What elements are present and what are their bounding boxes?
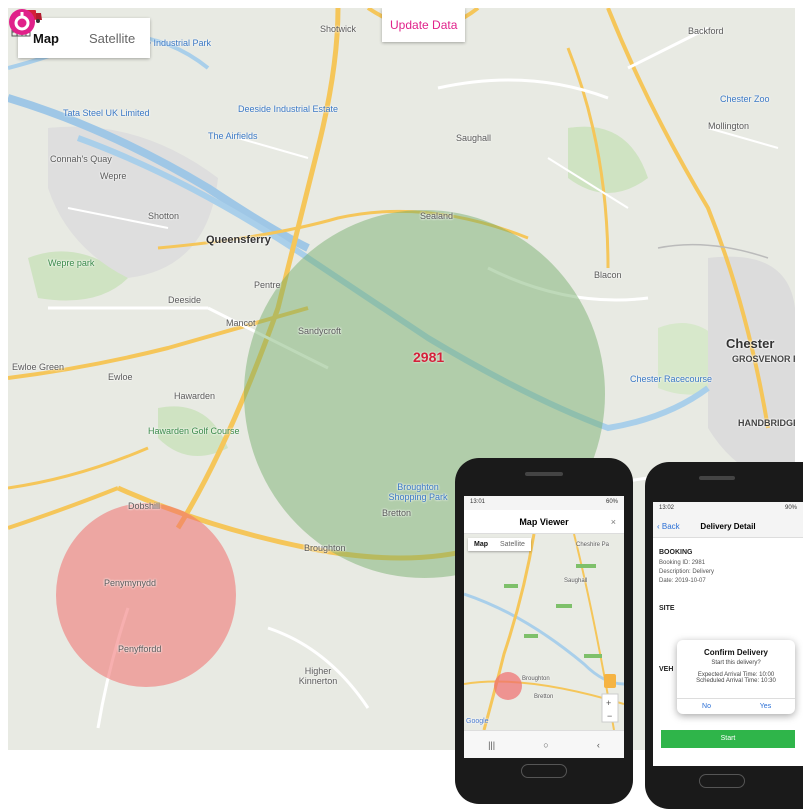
mini-map[interactable]: + − Map Satellite Cheshire Pa Saughall B… xyxy=(464,534,624,730)
phone-delivery-detail-screen: 13:02 90% ‹ Back Delivery Detail BOOKING … xyxy=(653,502,803,766)
place-label: Saughall xyxy=(456,133,492,143)
place-label: Chester xyxy=(726,336,775,351)
dialog-no-button[interactable]: No xyxy=(677,699,736,714)
place-label: Deeside xyxy=(168,295,202,305)
close-icon[interactable]: × xyxy=(611,510,616,534)
mini-map-type-control: Map Satellite xyxy=(468,538,531,551)
back-button[interactable]: ‹ xyxy=(597,740,600,750)
place-label: Sealand xyxy=(420,211,454,221)
place-label: Higher Kinnerton xyxy=(298,666,338,686)
map-type-satellite-button[interactable]: Satellite xyxy=(74,18,151,58)
place-label: Wepre xyxy=(100,171,127,181)
phone-status-bar: 13:02 90% xyxy=(653,502,803,516)
place-label: Broughton xyxy=(304,543,346,553)
phone-status-bar: 13:01 60% xyxy=(464,496,624,510)
mini-place-label: Cheshire Pa xyxy=(576,542,610,548)
geofence-red-zone[interactable] xyxy=(56,503,236,687)
recent-apps-button[interactable]: ||| xyxy=(488,740,495,750)
home-button[interactable]: ○ xyxy=(543,740,548,750)
mini-place-label: Bretton xyxy=(534,694,554,700)
back-link[interactable]: ‹ Back xyxy=(657,516,680,538)
screenshot-root: Shotwick Backford Deeside Industrial Par… xyxy=(0,0,803,809)
dialog-yes-button[interactable]: Yes xyxy=(736,699,795,714)
delivery-detail-header: ‹ Back Delivery Detail xyxy=(653,516,803,538)
booking-line: Booking ID: 2981 xyxy=(659,560,706,566)
place-label: Chester Zoo xyxy=(720,94,770,104)
start-button[interactable]: Start xyxy=(661,730,795,748)
google-logo: Google xyxy=(466,718,489,725)
dialog-title: Confirm Delivery xyxy=(703,648,769,657)
place-label: Penymynydd xyxy=(104,578,157,588)
place-label: Blacon xyxy=(594,270,622,280)
vehicle-marker-label[interactable]: 2981 xyxy=(413,349,444,365)
place-label: Mollington xyxy=(708,121,750,131)
delivery-detail-title: Delivery Detail xyxy=(700,522,756,531)
place-label: Hawarden Golf Course xyxy=(148,426,240,436)
place-label: Wepre park xyxy=(48,258,95,268)
place-label: GROSVENOR PRECINCT xyxy=(732,354,795,364)
brand-logo-icon xyxy=(9,9,35,35)
place-label: Shotton xyxy=(148,211,180,221)
place-label: Mancot xyxy=(226,318,256,328)
booking-line: Date: 2019-10-07 xyxy=(659,578,706,584)
mini-place-label: Saughall xyxy=(564,578,588,584)
dialog-line: Scheduled Arrival Time: 10:30 xyxy=(696,678,776,684)
mini-tab-satellite[interactable]: Satellite xyxy=(494,538,531,551)
android-nav-bar: ||| ○ ‹ xyxy=(464,730,624,758)
place-label: Ewloe Green xyxy=(12,362,65,372)
svg-text:+: + xyxy=(606,698,611,708)
map-viewer-header: Map Viewer × xyxy=(464,510,624,534)
place-label: Shotwick xyxy=(320,24,357,34)
booking-line: Description: Delivery xyxy=(659,569,715,575)
place-label: Deeside Industrial Estate xyxy=(238,104,339,114)
dialog-question: Start this delivery? xyxy=(711,660,761,666)
booking-heading: BOOKING xyxy=(659,549,693,556)
phone-map-viewer: 13:01 60% Map Viewer × + − Map Satellite… xyxy=(455,458,633,804)
phone-map-viewer-screen: 13:01 60% Map Viewer × + − Map Satellite… xyxy=(464,496,624,758)
place-label: Ewloe xyxy=(108,372,133,382)
map-viewer-title: Map Viewer xyxy=(519,517,569,527)
place-label: HANDBRIDGE xyxy=(738,418,795,428)
site-heading: SITE xyxy=(659,605,675,612)
phone-delivery-detail: 13:02 90% ‹ Back Delivery Detail BOOKING … xyxy=(645,462,803,809)
svg-text:−: − xyxy=(607,711,612,721)
confirm-delivery-dialog: Confirm Delivery Start this delivery? Ex… xyxy=(677,640,795,714)
place-label: Penyffordd xyxy=(118,644,162,654)
place-label: Connah's Quay xyxy=(50,154,112,164)
mini-place-label: Broughton xyxy=(522,676,550,682)
place-label: Dobshill xyxy=(128,501,161,511)
place-label: Bretton xyxy=(382,508,412,518)
place-label: Queensferry xyxy=(206,234,271,246)
update-data-button[interactable]: Update Data xyxy=(382,8,466,42)
place-label: Hawarden xyxy=(174,391,216,401)
place-label: The Airfields xyxy=(208,131,258,141)
place-label: Sandycroft xyxy=(298,326,342,336)
mini-map-base: + − xyxy=(464,534,624,730)
place-label: Broughton Shopping Park xyxy=(388,482,448,502)
place-label: Pentre xyxy=(254,280,281,290)
dialog-actions: No Yes xyxy=(677,698,795,714)
place-label: Tata Steel UK Limited xyxy=(63,108,150,118)
place-label: Chester Racecourse xyxy=(630,374,713,384)
mini-tab-map[interactable]: Map xyxy=(468,538,494,551)
place-label: Backford xyxy=(688,26,724,36)
